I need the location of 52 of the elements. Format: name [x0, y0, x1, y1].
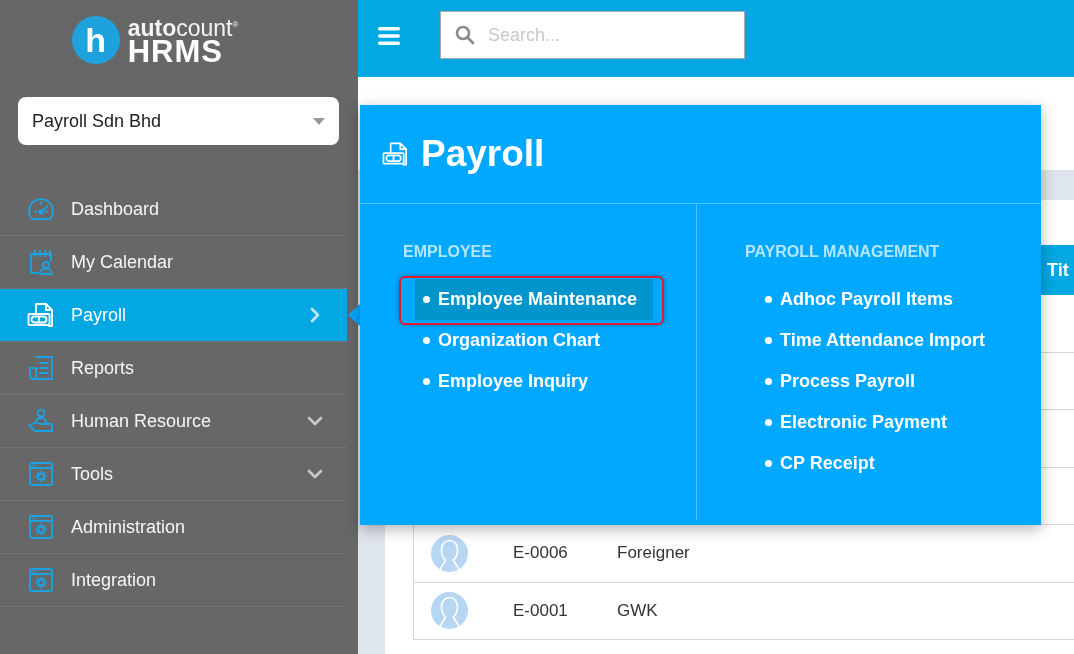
- chevron-right-icon: [310, 307, 320, 323]
- section-heading: PAYROLL MANAGEMENT: [745, 242, 941, 262]
- menu-link[interactable]: Employee Maintenance: [415, 279, 654, 320]
- banknote-document-icon: [27, 301, 55, 329]
- calendar-person-icon: [27, 248, 55, 276]
- sidebar-item[interactable]: Integration: [0, 554, 347, 607]
- company-dropdown[interactable]: Payroll Sdn Bhd: [18, 97, 339, 145]
- bullet-icon: [765, 337, 772, 344]
- bullet-icon: [765, 378, 772, 385]
- sidebar-item[interactable]: Tools: [0, 448, 347, 501]
- logo-mark: h: [71, 16, 120, 64]
- bullet-icon: [765, 296, 772, 303]
- menu-link[interactable]: CP Receipt: [757, 443, 891, 484]
- window-gear-icon: [27, 513, 55, 541]
- product-name: HRMS: [127, 38, 223, 67]
- sidebar-item[interactable]: Human Resource: [0, 395, 347, 448]
- avatar-icon: [431, 534, 468, 572]
- table-cell-text: Foreigner: [617, 543, 691, 564]
- table-cell-text: E-0006: [513, 543, 569, 564]
- sidebar-item[interactable]: Payroll: [0, 289, 347, 342]
- table-cell-text: GWK: [617, 600, 659, 621]
- menu-button[interactable]: [378, 27, 400, 45]
- flyout-title: Payroll: [421, 133, 545, 175]
- menu-link[interactable]: Adhoc Payroll Items: [757, 279, 970, 320]
- bullet-icon: [765, 419, 772, 426]
- chevron-down-icon: [307, 416, 323, 426]
- table-cell-text: E-0001: [513, 600, 569, 621]
- sidebar-item[interactable]: Dashboard: [0, 183, 347, 236]
- search-icon: [455, 25, 475, 45]
- avatar-icon: [431, 592, 468, 630]
- document-list-icon: [27, 354, 55, 382]
- menu-link[interactable]: Time Attendance Import: [757, 320, 1002, 361]
- menu-link[interactable]: Process Payroll: [757, 361, 932, 402]
- menu-link[interactable]: Electronic Payment: [757, 402, 964, 443]
- bullet-icon: [423, 337, 430, 344]
- gauge-icon: [27, 195, 55, 223]
- window-gear-icon: [27, 566, 55, 594]
- menu-link[interactable]: Organization Chart: [415, 320, 616, 361]
- column-header: Tit: [1046, 259, 1070, 281]
- menu-link[interactable]: Employee Inquiry: [415, 361, 605, 402]
- banknote-document-icon: [382, 140, 409, 168]
- window-gear-icon: [27, 460, 55, 488]
- chevron-down-icon: [307, 469, 323, 479]
- bullet-icon: [765, 460, 772, 467]
- bullet-icon: [423, 296, 430, 303]
- brand-name: autocount$^{®}$: [127, 13, 239, 39]
- sidebar-item[interactable]: Administration: [0, 501, 347, 554]
- sidebar-item[interactable]: Reports: [0, 342, 347, 395]
- caret-icon: [313, 117, 325, 125]
- bullet-icon: [423, 378, 430, 385]
- hand-person-icon: [27, 407, 55, 435]
- section-heading: EMPLOYEE: [403, 242, 493, 262]
